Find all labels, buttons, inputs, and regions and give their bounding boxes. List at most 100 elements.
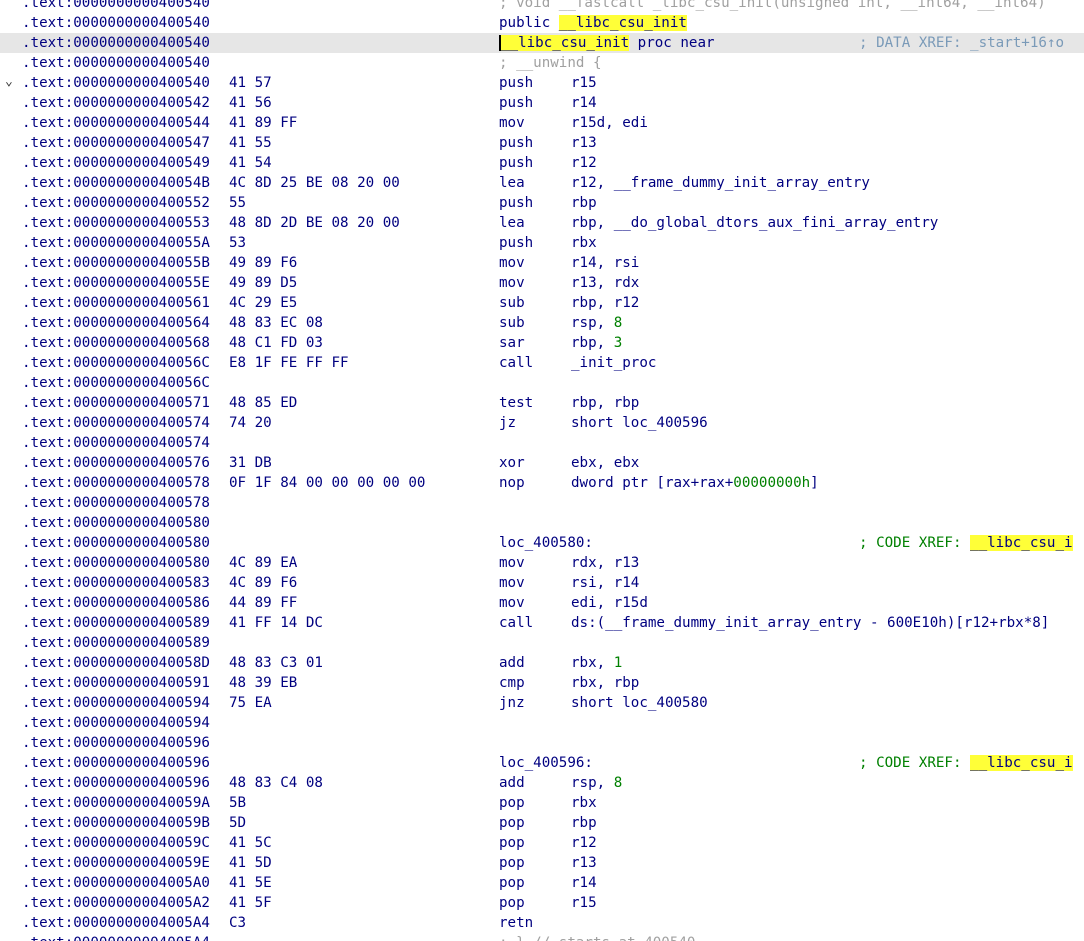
disasm-line[interactable]: .text:0000000000400553 48 8D 2D BE 08 20 … [0,213,1084,233]
mnemonic: sub [499,315,525,331]
disasm-line[interactable]: .text:0000000000400580 loc_400580: ; CODE … [0,533,1084,553]
disasm-line[interactable]: .text:00000000004005A4 C3 retn [0,913,1084,933]
disasm-line[interactable]: .text:000000000040056C [0,373,1084,393]
operands[interactable]: r13 [571,855,597,871]
disasm-line[interactable]: .text:0000000000400591 48 39 EB cmp rbx, rb… [0,673,1084,693]
code-column: ; void __fastcall _libc_csu_init(unsigne… [499,0,1046,13]
disasm-line[interactable]: .text:0000000000400552 55 push rbp [0,193,1084,213]
disasm-line[interactable]: .text:000000000040055B 49 89 F6 mov r14, rs… [0,253,1084,273]
disasm-line[interactable]: .text:0000000000400578 [0,493,1084,513]
disasm-line[interactable]: .text:00000000004005A4 ; } // starts at 4… [0,933,1084,941]
operands[interactable]: r14, rsi [571,255,639,271]
disassembly-view[interactable]: .text:0000000000400540 ; void __fastcall … [0,0,1084,941]
operands[interactable]: r15 [571,75,597,91]
disasm-line[interactable]: .text:0000000000400540 ; void __fastcall … [0,0,1084,13]
operands[interactable]: ds:(__frame_dummy_init_array_entry - 600… [571,615,1049,631]
operands[interactable]: rsi, r14 [571,575,639,591]
xref-comment[interactable]: ; DATA XREF: _start+16↑o [859,33,1064,53]
disasm-line[interactable]: .text:0000000000400583 4C 89 F6 mov rsi, r1… [0,573,1084,593]
disasm-line[interactable]: .text:000000000040059B 5D pop rbp [0,813,1084,833]
disasm-line[interactable]: .text:0000000000400589 [0,633,1084,653]
operands[interactable]: r13 [571,135,597,151]
disasm-line[interactable]: .text:0000000000400589 41 FF 14 DC call ds:… [0,613,1084,633]
disasm-line[interactable]: .text:0000000000400580 [0,513,1084,533]
operands[interactable]: short loc_400596 [571,415,708,431]
code-column: add rbx, 1 [499,653,622,673]
disasm-line[interactable]: .text:0000000000400568 48 C1 FD 03 sar rbp,… [0,333,1084,353]
disasm-line[interactable]: .text:0000000000400578 0F 1F 84 00 00 00 … [0,473,1084,493]
disasm-line[interactable]: .text:0000000000400547 41 55 push r13 [0,133,1084,153]
operands[interactable]: _init_proc [571,355,656,371]
operands[interactable]: r14 [571,875,597,891]
operands[interactable]: rsp, [571,315,614,331]
operands[interactable]: r12 [571,155,597,171]
xref-comment[interactable]: ; CODE XREF: __libc_csu_i [859,753,1073,773]
operands[interactable]: r15d, edi [571,115,648,131]
disasm-line[interactable]: .text:0000000000400594 75 EA jnz short loc_… [0,693,1084,713]
operands[interactable]: rbx [571,795,597,811]
disasm-line[interactable]: .text:0000000000400586 44 89 FF mov edi, r1… [0,593,1084,613]
disasm-line[interactable]: .text:0000000000400596 loc_400596: ; CODE … [0,753,1084,773]
operands[interactable]: short loc_400580 [571,695,708,711]
disasm-line[interactable]: .text:0000000000400574 74 20 jz short loc_4… [0,413,1084,433]
disasm-line[interactable]: .text:0000000000400594 [0,713,1084,733]
disasm-line[interactable]: .text:0000000000400596 [0,733,1084,753]
operands[interactable]: rdx, r13 [571,555,639,571]
symbol-highlight[interactable]: __libc_csu_init [558,15,687,31]
disasm-line[interactable]: .text:0000000000400549 41 54 push r12 [0,153,1084,173]
disasm-line[interactable]: .text:0000000000400574 [0,433,1084,453]
operands[interactable]: r14 [571,95,597,111]
xref-comment[interactable]: ; CODE XREF: __libc_csu_i [859,533,1073,553]
disasm-line[interactable]: .text:0000000000400580 4C 89 EA mov rdx, r1… [0,553,1084,573]
operands[interactable]: rbp, r12 [571,295,639,311]
disasm-line[interactable]: .text:0000000000400540 ⌄ 41 57 push r15 [0,73,1084,93]
code-label[interactable]: loc_400596: [499,755,593,771]
disasm-line[interactable]: .text:000000000040056C E8 1F FE FF FF call… [0,353,1084,373]
operands[interactable]: edi, r15d [571,595,648,611]
operands[interactable]: rbx [571,235,597,251]
operands[interactable]: ebx, ebx [571,455,639,471]
operands[interactable]: rbp, [571,335,614,351]
disasm-line[interactable]: .text:00000000004005A2 41 5F pop r15 [0,893,1084,913]
disasm-line[interactable]: .text:0000000000400542 41 56 push r14 [0,93,1084,113]
operands[interactable]: rbx, [571,655,614,671]
disasm-line[interactable]: .text:0000000000400576 31 DB xor ebx, ebx [0,453,1084,473]
operands[interactable]: r12 [571,835,597,851]
operands[interactable]: rbp [571,815,597,831]
disasm-line[interactable]: .text:000000000040059A 5B pop rbx [0,793,1084,813]
symbol-highlight[interactable]: __libc_csu_i [970,755,1073,771]
code-column: push r14 [499,93,597,113]
disasm-line[interactable]: .text:000000000040055E 49 89 D5 mov r13, rd… [0,273,1084,293]
disasm-line[interactable]: .text:000000000040054B 4C 8D 25 BE 08 20 … [0,173,1084,193]
symbol-highlight[interactable]: __libc_csu_init [499,35,630,51]
operands[interactable]: rsp, [571,775,614,791]
operands[interactable]: rbp [571,195,597,211]
operands[interactable]: dword ptr [rax+rax+ [571,475,733,491]
symbol-highlight[interactable]: __libc_csu_i [970,535,1073,551]
disasm-line[interactable]: .text:000000000040055A 53 push rbx [0,233,1084,253]
code-column: lea r12, __frame_dummy_init_array_entry [499,173,870,193]
disasm-line[interactable]: .text:0000000000400571 48 85 ED test rbp, r… [0,393,1084,413]
code-label[interactable]: loc_400580: [499,535,593,551]
disasm-line[interactable]: .text:00000000004005A0 41 5E pop r14 [0,873,1084,893]
operands[interactable]: r12, __frame_dummy_init_array_entry [571,175,870,191]
disasm-line[interactable]: .text:0000000000400596 48 83 C4 08 add rsp,… [0,773,1084,793]
operands[interactable]: rbx, rbp [571,675,639,691]
disasm-line[interactable]: .text:0000000000400540 public __libc_csu_… [0,13,1084,33]
code-column: mov rsi, r14 [499,573,639,593]
disasm-line[interactable]: .text:000000000040058D 48 83 C3 01 add rbx,… [0,653,1084,673]
disasm-line[interactable]: .text:000000000040059E 41 5D pop r13 [0,853,1084,873]
disasm-line[interactable]: .text:000000000040059C 41 5C pop r12 [0,833,1084,853]
disasm-line[interactable]: .text:0000000000400561 4C 29 E5 sub rbp, r1… [0,293,1084,313]
operands[interactable]: r15 [571,895,597,911]
disasm-line[interactable]: .text:0000000000400540 ; __unwind { [0,53,1084,73]
operands[interactable]: r13, rdx [571,275,639,291]
fold-chevron-icon[interactable]: ⌄ [5,72,13,92]
operands[interactable]: rbp, __do_global_dtors_aux_fini_array_en… [571,215,938,231]
opcode-bytes: 41 5C [229,835,272,851]
disasm-line[interactable]: .text:0000000000400564 48 83 EC 08 sub rsp,… [0,313,1084,333]
opcode-bytes: 41 5E [229,875,272,891]
disasm-line[interactable]: .text:0000000000400540 __libc_csu_init pr… [0,33,1084,53]
disasm-line[interactable]: .text:0000000000400544 41 89 FF mov r15d, e… [0,113,1084,133]
operands[interactable]: rbp, rbp [571,395,639,411]
